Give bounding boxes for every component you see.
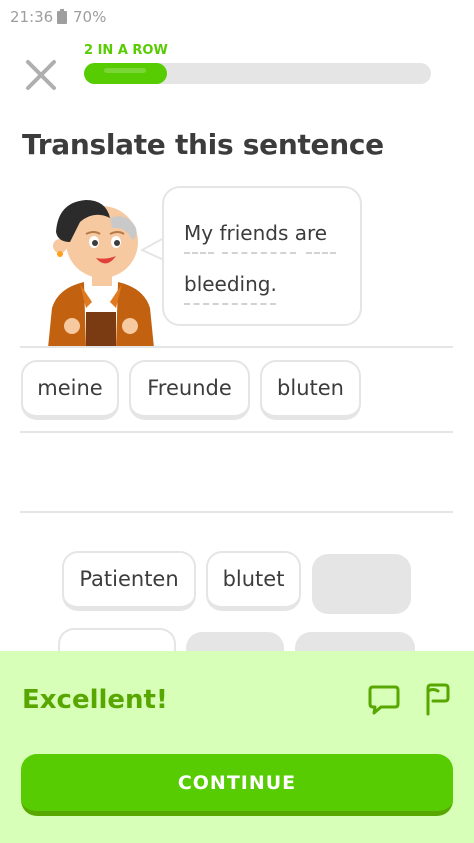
word-bank-slot-empty <box>312 554 411 614</box>
discuss-icon[interactable] <box>367 684 401 716</box>
answer-line <box>20 431 453 433</box>
page-title: Translate this sentence <box>22 128 384 161</box>
flag-icon[interactable] <box>423 682 451 716</box>
prompt-sentence-line-1[interactable]: My friends are <box>184 221 327 245</box>
word-bank-tile[interactable]: blutet <box>206 551 301 611</box>
status-battery-level: 70% <box>73 8 107 26</box>
close-icon[interactable] <box>20 54 62 96</box>
word-underline <box>306 252 336 254</box>
answer-line <box>20 511 453 513</box>
word-underline <box>184 303 276 305</box>
word-underline <box>184 252 214 254</box>
streak-label: 2 IN A ROW <box>84 43 168 58</box>
feedback-title: Excellent! <box>22 685 168 715</box>
answer-tile[interactable]: Freunde <box>129 360 250 420</box>
continue-button[interactable]: CONTINUE <box>21 754 453 816</box>
progress-shine <box>104 68 146 73</box>
answer-tile[interactable]: meine <box>21 360 119 420</box>
prompt-sentence-line-2[interactable]: bleeding. <box>184 272 277 296</box>
feedback-panel: Excellent! CONTINUE <box>0 651 474 843</box>
word-underline <box>222 252 296 254</box>
answer-line <box>20 346 453 348</box>
character-illustration <box>48 200 154 348</box>
word-bank-tile[interactable]: Patienten <box>62 551 196 611</box>
progress-bar <box>84 63 431 84</box>
speech-bubble: My friends are bleeding. <box>162 186 362 326</box>
progress-fill <box>84 63 167 84</box>
answer-tile[interactable]: bluten <box>260 360 361 420</box>
status-time: 21:36 <box>10 8 54 26</box>
status-bar: 21:36 70% <box>0 0 474 34</box>
battery-icon <box>57 9 67 24</box>
